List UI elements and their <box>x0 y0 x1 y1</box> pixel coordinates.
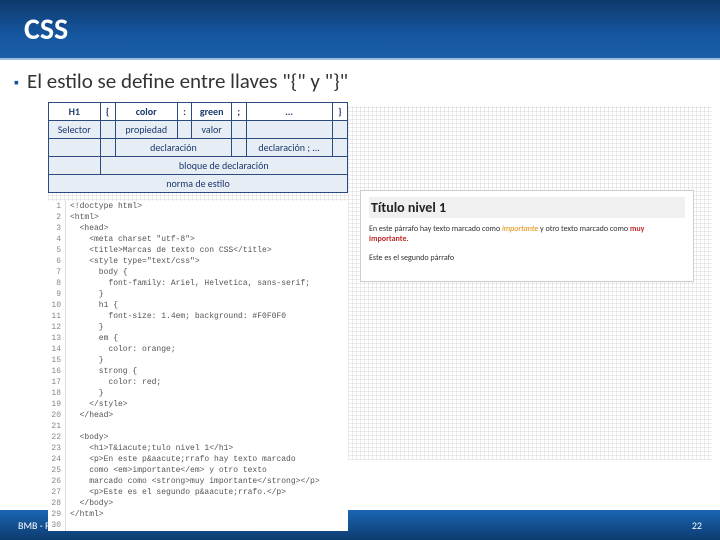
text: En este párrafo hay texto marcado como <box>369 224 502 234</box>
em-text: importante <box>502 224 538 234</box>
cell-value: green <box>192 103 232 121</box>
table-row: declaración declaración ; ... <box>49 139 348 157</box>
table-row: H1 { color : green ; ... } <box>49 103 348 121</box>
render-preview: Título nivel 1 En este párrafo hay texto… <box>360 190 694 282</box>
footer-page: 22 <box>692 519 702 532</box>
page-title: CSS <box>24 11 68 48</box>
subtitle-text: El estilo se define entre llaves "{" y "… <box>27 68 348 94</box>
label-value: valor <box>192 121 232 139</box>
label-block: bloque de declaración <box>100 157 347 175</box>
css-syntax-table: H1 { color : green ; ... } Selector prop… <box>48 102 348 193</box>
line-gutter: 1 2 3 4 5 6 7 8 9 10 11 12 13 14 15 16 1… <box>48 201 66 531</box>
label-property: propiedad <box>115 121 177 139</box>
table-row: bloque de declaración <box>49 157 348 175</box>
label-declaration-rest: declaración ; ... <box>246 139 332 157</box>
bullet-icon: ▪ <box>14 74 19 91</box>
text: y otro texto marcado como <box>538 224 630 234</box>
label-declaration: declaración <box>115 139 231 157</box>
cell-property: color <box>115 103 177 121</box>
preview-p2: Este es el segundo párrafo <box>369 253 685 263</box>
label-selector: Selector <box>49 121 101 139</box>
cell-brace-close: } <box>332 103 347 121</box>
label-rule: norma de estilo <box>49 175 348 193</box>
table-row: norma de estilo <box>49 175 348 193</box>
content-area: H1 { color : green ; ... } Selector prop… <box>0 100 720 500</box>
cell-rest: ... <box>246 103 332 121</box>
cell-selector: H1 <box>49 103 101 121</box>
code-panel: 1 2 3 4 5 6 7 8 9 10 11 12 13 14 15 16 1… <box>48 201 348 531</box>
preview-h1: Título nivel 1 <box>369 197 685 218</box>
cell-brace-open: { <box>100 103 115 121</box>
text: . <box>406 234 408 244</box>
title-bar: CSS <box>0 0 720 60</box>
cell-semicolon: ; <box>232 103 246 121</box>
subtitle-row: ▪ El estilo se define entre llaves "{" y… <box>0 60 720 100</box>
cell-colon: : <box>177 103 191 121</box>
code-body: <!doctype html> <html> <head> <meta char… <box>66 201 320 531</box>
preview-p1: En este párrafo hay texto marcado como i… <box>369 224 685 245</box>
table-row: Selector propiedad valor <box>49 121 348 139</box>
